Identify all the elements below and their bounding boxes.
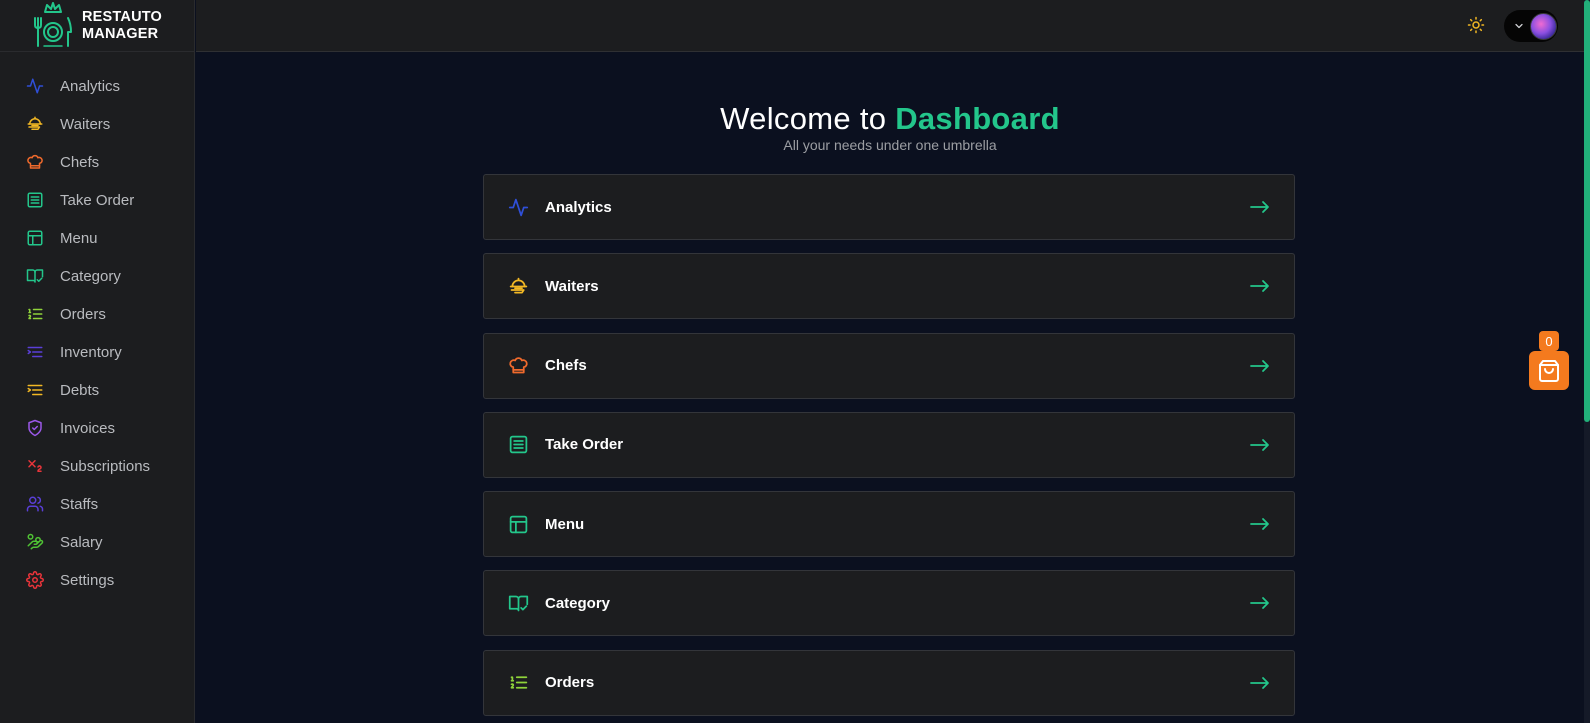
card-orders[interactable]: Orders bbox=[483, 649, 1295, 716]
sidebar-item-label: Staffs bbox=[60, 495, 99, 513]
sidebar: RESTAUTO MANAGER Analytics Waiters Chefs bbox=[0, 0, 195, 723]
sidebar-item-label: Take Order bbox=[60, 191, 135, 209]
card-menu[interactable]: Menu bbox=[483, 491, 1295, 558]
sidebar-item-orders[interactable]: Orders bbox=[0, 295, 194, 333]
sidebar-item-staffs[interactable]: Staffs bbox=[0, 485, 194, 523]
scrollbar-thumb[interactable] bbox=[1584, 0, 1590, 422]
avatar bbox=[1530, 12, 1557, 40]
card-waiters[interactable]: Waiters bbox=[483, 253, 1295, 320]
sidebar-item-debts[interactable]: Debts bbox=[0, 371, 194, 409]
dashboard-cards: Analytics Waiters Chefs Take Order Menu … bbox=[483, 174, 1295, 723]
hand-coins-icon bbox=[26, 533, 44, 551]
chef-hat-icon bbox=[508, 355, 529, 376]
sidebar-item-label: Inventory bbox=[60, 343, 122, 361]
waiter-tray-icon bbox=[508, 276, 529, 297]
brand-name: RESTAUTO MANAGER bbox=[82, 9, 162, 43]
card-label: Menu bbox=[545, 515, 585, 533]
arrow-right-icon bbox=[1250, 438, 1269, 451]
list-ordered-icon bbox=[508, 672, 529, 693]
sidebar-item-label: Salary bbox=[60, 533, 103, 551]
card-label: Analytics bbox=[545, 198, 612, 216]
sidebar-item-label: Category bbox=[60, 267, 121, 285]
sidebar-item-take-order[interactable]: Take Order bbox=[0, 181, 194, 219]
brand-logo[interactable]: RESTAUTO MANAGER bbox=[0, 0, 194, 52]
sidebar-item-label: Orders bbox=[60, 305, 106, 323]
sidebar-item-label: Subscriptions bbox=[60, 457, 151, 475]
sidebar-item-settings[interactable]: Settings bbox=[0, 561, 194, 599]
shopping-bag-icon bbox=[1539, 359, 1559, 382]
sidebar-item-invoices[interactable]: Invoices bbox=[0, 409, 194, 447]
welcome-highlight: Dashboard bbox=[895, 101, 1060, 136]
layout-icon bbox=[508, 514, 529, 535]
sidebar-item-label: Invoices bbox=[60, 419, 116, 437]
arrow-right-icon bbox=[1250, 518, 1269, 531]
sidebar-item-category[interactable]: Category bbox=[0, 257, 194, 295]
main-content: Welcome to Dashboard All your needs unde… bbox=[196, 53, 1584, 723]
page-title: Welcome to Dashboard bbox=[196, 101, 1584, 137]
sidebar-item-label: Chefs bbox=[60, 153, 100, 171]
card-label: Orders bbox=[545, 674, 595, 692]
activity-icon bbox=[26, 77, 44, 95]
shield-check-icon bbox=[26, 419, 44, 437]
top-header bbox=[196, 0, 1584, 52]
arrow-right-icon bbox=[1250, 201, 1269, 213]
arrow-right-icon bbox=[1250, 280, 1269, 293]
sidebar-item-menu[interactable]: Menu bbox=[0, 219, 194, 257]
arrow-right-icon bbox=[1250, 359, 1269, 372]
restaurant-crown-logo-icon bbox=[34, 1, 72, 47]
users-icon bbox=[26, 495, 44, 513]
list-indent-icon bbox=[26, 343, 44, 361]
sidebar-item-subscriptions[interactable]: Subscriptions bbox=[0, 447, 194, 485]
sidebar-item-label: Waiters bbox=[60, 115, 111, 133]
arrow-right-icon bbox=[1250, 597, 1269, 610]
sun-icon[interactable] bbox=[1467, 16, 1485, 34]
card-label: Waiters bbox=[545, 277, 599, 295]
cart-count-badge: 0 bbox=[1539, 331, 1559, 351]
cart-button[interactable] bbox=[1529, 351, 1569, 390]
brand-line-1: RESTAUTO bbox=[82, 8, 163, 25]
arrow-right-icon bbox=[1250, 676, 1269, 689]
sidebar-item-label: Analytics bbox=[60, 77, 121, 95]
welcome-prefix: Welcome to bbox=[720, 101, 896, 136]
card-label: Chefs bbox=[545, 357, 587, 375]
sidebar-item-analytics[interactable]: Analytics bbox=[0, 67, 194, 105]
subscript-icon bbox=[26, 457, 44, 475]
sidebar-item-label: Debts bbox=[60, 381, 100, 399]
book-check-icon bbox=[508, 593, 529, 614]
order-list-icon bbox=[26, 191, 44, 209]
sidebar-nav: Analytics Waiters Chefs Take Order Menu bbox=[0, 52, 194, 599]
waiter-tray-icon bbox=[26, 115, 44, 133]
chef-hat-icon bbox=[26, 153, 44, 171]
sidebar-item-chefs[interactable]: Chefs bbox=[0, 143, 194, 181]
list-indent-icon bbox=[26, 381, 44, 399]
card-chefs[interactable]: Chefs bbox=[483, 332, 1295, 399]
chevron-down-icon bbox=[1515, 23, 1523, 29]
card-label: Take Order bbox=[545, 436, 624, 454]
list-ordered-icon bbox=[26, 305, 44, 323]
scrollbar[interactable] bbox=[1584, 0, 1590, 723]
sidebar-item-label: Settings bbox=[60, 571, 115, 589]
book-check-icon bbox=[26, 267, 44, 285]
activity-icon bbox=[508, 197, 529, 218]
sidebar-item-salary[interactable]: Salary bbox=[0, 523, 194, 561]
order-list-icon bbox=[508, 434, 529, 455]
card-label: Category bbox=[545, 594, 611, 612]
gear-icon bbox=[26, 571, 44, 589]
sidebar-item-inventory[interactable]: Inventory bbox=[0, 333, 194, 371]
brand-line-2: MANAGER bbox=[82, 25, 159, 42]
layout-icon bbox=[26, 229, 44, 247]
sidebar-item-waiters[interactable]: Waiters bbox=[0, 105, 194, 143]
card-category[interactable]: Category bbox=[483, 570, 1295, 637]
card-take-order[interactable]: Take Order bbox=[483, 411, 1295, 478]
page-subtitle: All your needs under one umbrella bbox=[783, 137, 997, 153]
user-menu-button[interactable] bbox=[1504, 10, 1558, 42]
sidebar-item-label: Menu bbox=[60, 229, 98, 247]
card-analytics[interactable]: Analytics bbox=[483, 174, 1295, 240]
